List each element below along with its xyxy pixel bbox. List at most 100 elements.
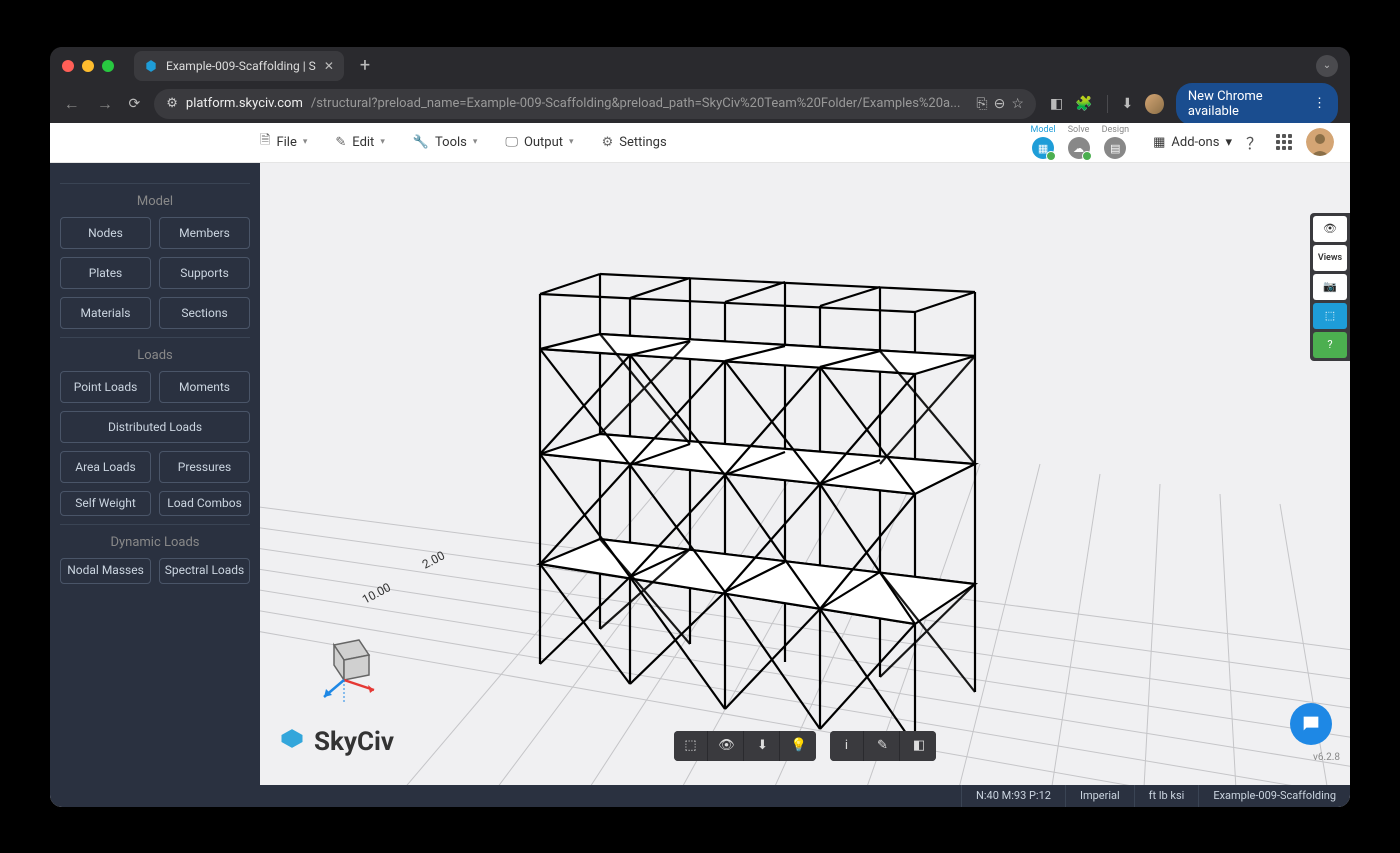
sidebar-plates[interactable]: Plates: [60, 257, 151, 289]
sidebar-area-loads[interactable]: Area Loads: [60, 451, 151, 483]
status-units-system[interactable]: Imperial: [1065, 785, 1134, 807]
forward-button[interactable]: →: [95, 94, 114, 114]
sidebar-supports[interactable]: Supports: [159, 257, 250, 289]
user-avatar[interactable]: [1306, 128, 1334, 156]
sidebar-dynamic-heading: Dynamic Loads: [60, 535, 250, 550]
browser-titlebar: Example-009-Scaffolding | S ✕ + ⌄: [50, 47, 1350, 85]
edit-button[interactable]: ✎: [866, 731, 900, 761]
skyciv-logo-icon: [278, 728, 306, 756]
sidebar-materials[interactable]: Materials: [60, 297, 151, 329]
sidebar-point-loads[interactable]: Point Loads: [60, 371, 151, 403]
erase-button[interactable]: ◧: [902, 731, 936, 761]
model-step-icon: ▦: [1032, 137, 1054, 159]
skyciv-logo: SkyCiv: [278, 727, 394, 757]
chevron-down-icon: ▾: [473, 137, 478, 147]
url-path: /structural?preload_name=Example-009-Sca…: [311, 96, 961, 111]
grid-floor: 2.00 10.00: [260, 163, 1350, 785]
sidebar-nodal-masses[interactable]: Nodal Masses: [60, 558, 151, 584]
settings-label: Settings: [619, 135, 666, 150]
maximize-window-button[interactable]: [102, 60, 114, 72]
skyciv-favicon-icon: [144, 59, 158, 73]
tab-overflow-button[interactable]: ⌄: [1316, 55, 1338, 77]
sidebar-loads-heading: Loads: [60, 348, 250, 363]
zoom-icon[interactable]: ⊖: [994, 96, 1006, 112]
new-tab-button[interactable]: +: [360, 55, 370, 76]
views-button[interactable]: Views: [1313, 245, 1347, 271]
workflow-design[interactable]: Design ▤: [1102, 125, 1130, 159]
sidebar-pressures[interactable]: Pressures: [159, 451, 250, 483]
sidebar-sections[interactable]: Sections: [159, 297, 250, 329]
gear-icon: ⚙: [602, 135, 614, 150]
extensions-menu-icon[interactable]: 🧩: [1075, 96, 1092, 112]
tools-menu[interactable]: 🔧Tools▾: [399, 125, 492, 159]
tips-button[interactable]: 💡: [782, 731, 816, 761]
download-view-button[interactable]: ⬇: [746, 731, 780, 761]
sidebar-self-weight[interactable]: Self Weight: [60, 491, 151, 517]
help-rail-button[interactable]: ?: [1313, 332, 1347, 358]
workflow-solve-label: Solve: [1068, 125, 1090, 135]
workflow-steps: Model ▦ Solve ☁ Design ▤: [1031, 125, 1130, 159]
status-filename[interactable]: Example-009-Scaffolding: [1198, 785, 1350, 807]
dim-label: 2.00: [420, 548, 447, 571]
sidebar-distributed-loads[interactable]: Distributed Loads: [60, 411, 250, 443]
viewport-3d[interactable]: 2.00 10.00: [260, 163, 1350, 785]
minimize-window-button[interactable]: [82, 60, 94, 72]
chat-support-button[interactable]: [1290, 703, 1332, 745]
workflow-model-label: Model: [1031, 125, 1056, 135]
chevron-down-icon: ▾: [1225, 135, 1232, 150]
design-step-icon: ▤: [1104, 137, 1126, 159]
view-mode-button[interactable]: ⬚: [674, 731, 708, 761]
sidebar-load-combos[interactable]: Load Combos: [159, 491, 250, 517]
profile-avatar-icon[interactable]: [1145, 94, 1164, 114]
sidebar: Model NodesMembers PlatesSupports Materi…: [50, 163, 260, 785]
chevron-down-icon: ▾: [303, 137, 308, 147]
apps-icon[interactable]: [1276, 134, 1292, 150]
edit-menu[interactable]: ✎Edit▾: [321, 125, 398, 159]
workflow-design-label: Design: [1102, 125, 1130, 135]
browser-tab[interactable]: Example-009-Scaffolding | S ✕: [134, 51, 344, 81]
visibility-toggle[interactable]: 👁: [1313, 216, 1347, 242]
url-input[interactable]: ⚙ platform.skyciv.com/structural?preload…: [154, 89, 1036, 119]
right-rail: 👁 Views 📷 ⬚ ?: [1310, 213, 1350, 361]
info-button[interactable]: i: [830, 731, 864, 761]
visibility-button[interactable]: 👁: [710, 731, 744, 761]
install-app-icon[interactable]: ⎘: [976, 96, 987, 112]
file-label: File: [276, 135, 296, 150]
status-units[interactable]: ft lb ksi: [1134, 785, 1199, 807]
browser-addressbar: ← → ⟳ ⚙ platform.skyciv.com/structural?p…: [50, 85, 1350, 123]
url-host: platform.skyciv.com: [186, 96, 303, 111]
back-button[interactable]: ←: [62, 94, 81, 114]
workflow-solve[interactable]: Solve ☁: [1068, 125, 1090, 159]
help-icon[interactable]: ？: [1246, 130, 1262, 154]
download-icon[interactable]: ⬇: [1122, 96, 1134, 112]
pencil-icon: ✎: [335, 135, 346, 150]
output-label: Output: [524, 135, 563, 150]
sidebar-moments[interactable]: Moments: [159, 371, 250, 403]
addons-menu[interactable]: ▦ Add-ons ▾: [1153, 135, 1232, 150]
app-toolbar: 🗎File▾ ✎Edit▾ 🔧Tools▾ 🖵Output▾ ⚙Settings…: [50, 123, 1350, 163]
close-window-button[interactable]: [62, 60, 74, 72]
camera-button[interactable]: 📷: [1313, 274, 1347, 300]
dim-label: 10.00: [360, 580, 393, 607]
file-menu[interactable]: 🗎File▾: [246, 125, 321, 159]
workflow-model[interactable]: Model ▦: [1031, 125, 1056, 159]
site-settings-icon[interactable]: ⚙: [166, 96, 178, 111]
solve-step-icon: ☁: [1068, 137, 1090, 159]
bookmark-icon[interactable]: ☆: [1011, 96, 1024, 112]
chrome-update-button[interactable]: New Chrome available ⋮: [1176, 83, 1338, 125]
extension-icon[interactable]: ◧: [1050, 96, 1063, 112]
sidebar-nodes[interactable]: Nodes: [60, 217, 151, 249]
settings-menu[interactable]: ⚙ Settings: [588, 125, 681, 159]
reload-button[interactable]: ⟳: [129, 96, 141, 112]
addons-label: Add-ons: [1171, 135, 1219, 150]
output-menu[interactable]: 🖵Output▾: [491, 125, 587, 159]
grid-icon: ▦: [1153, 135, 1165, 150]
sidebar-members[interactable]: Members: [159, 217, 250, 249]
tab-title: Example-009-Scaffolding | S: [166, 59, 316, 73]
close-tab-icon[interactable]: ✕: [324, 59, 334, 73]
sidebar-spectral-loads[interactable]: Spectral Loads: [159, 558, 250, 584]
status-counts[interactable]: N:40 M:93 P:12: [961, 785, 1065, 807]
tools-label: Tools: [435, 135, 467, 150]
axis-gizmo[interactable]: [304, 625, 394, 705]
cube-view-button[interactable]: ⬚: [1313, 303, 1347, 329]
